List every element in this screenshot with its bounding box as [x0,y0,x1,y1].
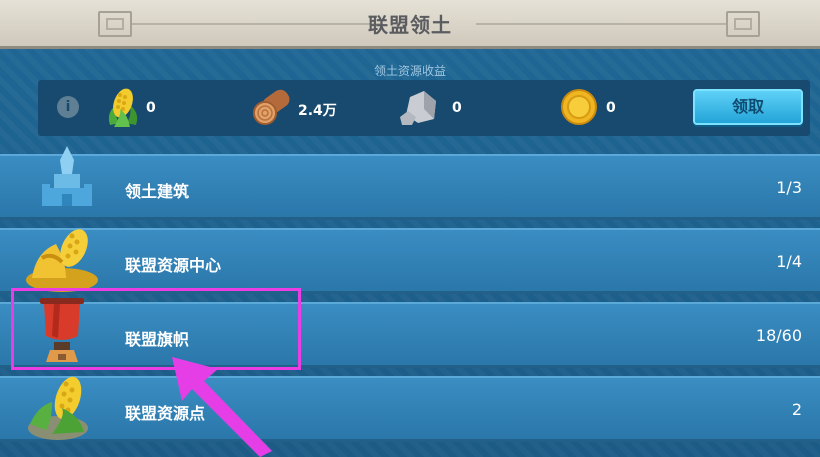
info-icon[interactable]: i [57,96,79,118]
wood-log-icon [253,89,290,125]
resource-center-icon [26,229,98,292]
claim-button[interactable]: 领取 [693,89,803,125]
list-item-territory-buildings[interactable]: 领土建筑 1/3 [0,146,820,220]
corn-field-icon [28,376,88,440]
tower-icon [42,146,92,206]
gold-value: 0 [606,100,616,116]
row-count: 1/4 [776,252,802,271]
row-count: 18/60 [755,326,802,345]
list-item-alliance-resource-point[interactable]: 联盟资源点 2 [0,376,820,442]
wood-value: 2.4万 [298,103,337,119]
corn-value: 0 [146,100,156,116]
gold-coin-icon [561,89,597,125]
corn-icon [108,88,138,127]
row-count: 2 [791,400,802,419]
row-label: 联盟资源中心 [125,256,222,275]
stone-icon [400,91,436,125]
row-count: 1/3 [776,178,802,197]
income-title: 领土资源收益 [373,64,446,78]
list-item-alliance-resource-center[interactable]: 联盟资源中心 1/4 [0,228,820,294]
pointer-arrow-icon [172,357,272,457]
page-title: 联盟领土 [368,13,452,37]
stone-value: 0 [452,100,462,116]
header-bar: 联盟领土 [0,0,820,49]
row-label: 领土建筑 [125,182,190,201]
